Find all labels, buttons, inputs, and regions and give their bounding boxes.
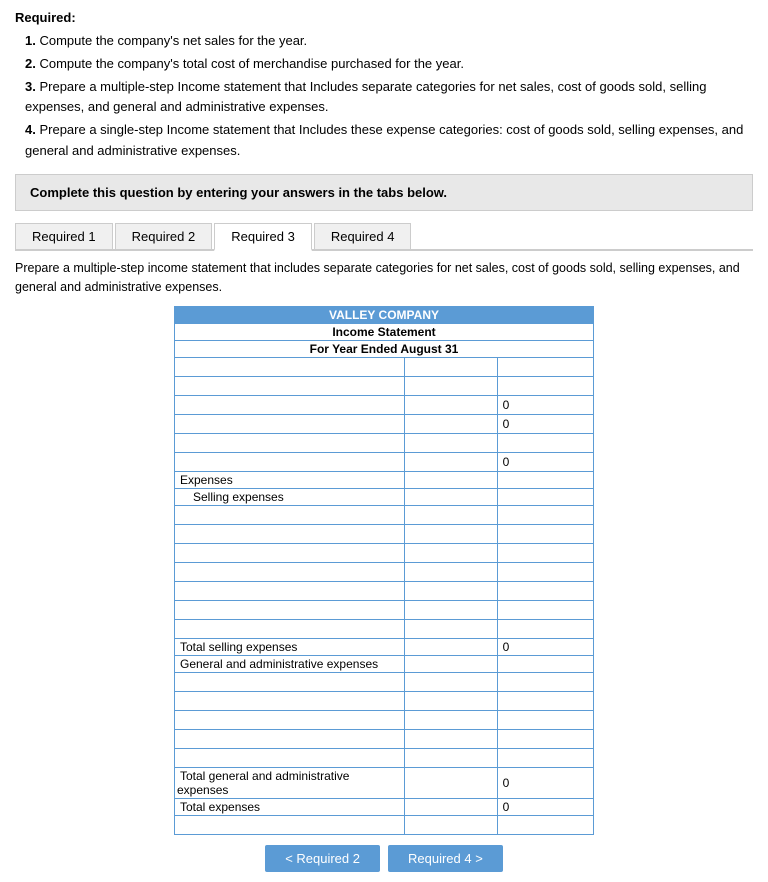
required-item-4: 4. Prepare a single-step Income statemen… (25, 120, 753, 162)
sell-row4-val1[interactable] (407, 564, 494, 580)
sell-row7-label[interactable] (177, 621, 402, 637)
last-row-val1[interactable] (407, 817, 494, 833)
table-row (175, 563, 594, 582)
row1-val2-input[interactable] (500, 359, 591, 375)
row3-label-input[interactable] (177, 397, 402, 413)
table-row (175, 749, 594, 768)
expenses-header-row: Expenses (175, 472, 594, 489)
tab-required-3[interactable]: Required 3 (214, 223, 312, 251)
tabs-container: Required 1 Required 2 Required 3 Require… (15, 223, 753, 251)
required-item-2: 2. Compute the company's total cost of m… (25, 54, 753, 75)
gen-row4-val1[interactable] (407, 731, 494, 747)
sell-row2-val1[interactable] (407, 526, 494, 542)
table-row: 0 (175, 396, 594, 415)
sell-row6-val1[interactable] (407, 602, 494, 618)
table-row (175, 692, 594, 711)
total-gen-admin-value: 0 (500, 775, 513, 791)
sell-row5-val1[interactable] (407, 583, 494, 599)
gen-row2-val1[interactable] (407, 693, 494, 709)
selling-expenses-label: Selling expenses (177, 488, 287, 506)
table-row (175, 816, 594, 835)
row4-label-input[interactable] (177, 416, 402, 432)
total-selling-label: Total selling expenses (177, 638, 300, 656)
table-row (175, 506, 594, 525)
sell-row1-val1[interactable] (407, 507, 494, 523)
navigation-buttons: < Required 2 Required 4 > (15, 845, 753, 872)
required-header: Required: 1. Compute the company's net s… (15, 10, 753, 162)
table-row (175, 434, 594, 453)
row2-val1-input[interactable] (407, 378, 494, 394)
sell-row2-label[interactable] (177, 526, 402, 542)
row6-label-input[interactable] (177, 454, 402, 470)
table-row (175, 525, 594, 544)
row4-val2: 0 (500, 416, 513, 432)
gen-row5-val1[interactable] (407, 750, 494, 766)
tab-required-4[interactable]: Required 4 (314, 223, 412, 249)
total-expenses-row: Total expenses 0 (175, 799, 594, 816)
gen-row5-label[interactable] (177, 750, 402, 766)
row3-val1-input[interactable] (407, 397, 494, 413)
selling-expenses-header-row: Selling expenses (175, 489, 594, 506)
total-selling-row: Total selling expenses 0 (175, 639, 594, 656)
sell-row1-label[interactable] (177, 507, 402, 523)
gen-row2-label[interactable] (177, 693, 402, 709)
row5-val1-input[interactable] (407, 435, 494, 451)
table-row (175, 601, 594, 620)
gen-row1-val1[interactable] (407, 674, 494, 690)
table-company-name: VALLEY COMPANY (175, 307, 594, 324)
table-row (175, 377, 594, 396)
income-statement-container: VALLEY COMPANY Income Statement For Year… (174, 306, 594, 835)
sell-row3-val1[interactable] (407, 545, 494, 561)
required-item-1: 1. Compute the company's net sales for t… (25, 31, 753, 52)
table-row (175, 358, 594, 377)
table-row (175, 582, 594, 601)
table-row (175, 711, 594, 730)
row6-val2: 0 (500, 454, 513, 470)
sell-row3-label[interactable] (177, 545, 402, 561)
table-row (175, 544, 594, 563)
tab-description: Prepare a multiple-step income statement… (15, 259, 753, 297)
table-row (175, 620, 594, 639)
gen-row3-label[interactable] (177, 712, 402, 728)
sell-row5-label[interactable] (177, 583, 402, 599)
gen-admin-label: General and administrative expenses (177, 655, 381, 673)
gen-row3-val1[interactable] (407, 712, 494, 728)
tab-required-1[interactable]: Required 1 (15, 223, 113, 249)
row1-val1-input[interactable] (407, 359, 494, 375)
table-row: 0 (175, 415, 594, 434)
row3-val2: 0 (500, 397, 513, 413)
total-expenses-label: Total expenses (177, 798, 263, 816)
total-selling-value: 0 (500, 639, 513, 655)
next-button[interactable]: Required 4 > (388, 845, 503, 872)
table-body: 0 0 0 Expenses (175, 358, 594, 835)
last-row-label[interactable] (177, 817, 402, 833)
row6-val1-input[interactable] (407, 454, 494, 470)
total-gen-admin-row: Total general and administrative expense… (175, 768, 594, 799)
gen-admin-header-row: General and administrative expenses (175, 656, 594, 673)
sell-row6-label[interactable] (177, 602, 402, 618)
table-period: For Year Ended August 31 (175, 341, 594, 358)
sell-row4-label[interactable] (177, 564, 402, 580)
row5-label-input[interactable] (177, 435, 402, 451)
total-gen-admin-label: Total general and administrative expense… (177, 767, 349, 799)
tab-required-2[interactable]: Required 2 (115, 223, 213, 249)
table-row: 0 (175, 453, 594, 472)
table-statement-title: Income Statement (175, 324, 594, 341)
required-item-3: 3. Prepare a multiple-step Income statem… (25, 77, 753, 119)
expenses-label: Expenses (177, 471, 236, 489)
income-statement-table: VALLEY COMPANY Income Statement For Year… (174, 306, 594, 835)
row1-label-input[interactable] (177, 359, 402, 375)
total-expenses-value: 0 (500, 799, 513, 815)
row2-label-input[interactable] (177, 378, 402, 394)
table-row (175, 730, 594, 749)
complete-box: Complete this question by entering your … (15, 174, 753, 211)
table-row (175, 673, 594, 692)
row4-val1-input[interactable] (407, 416, 494, 432)
prev-button[interactable]: < Required 2 (265, 845, 380, 872)
gen-row1-label[interactable] (177, 674, 402, 690)
sell-row7-val1[interactable] (407, 621, 494, 637)
gen-row4-label[interactable] (177, 731, 402, 747)
